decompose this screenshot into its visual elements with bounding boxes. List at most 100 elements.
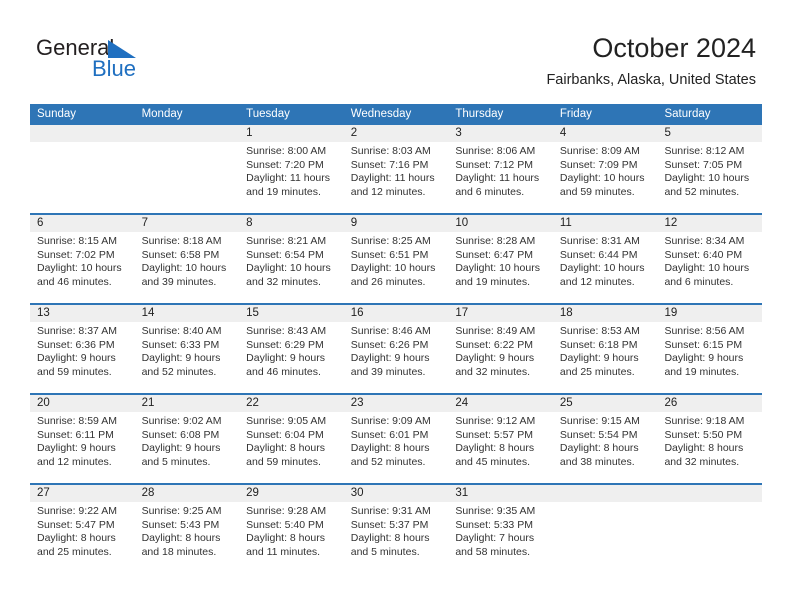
day-detail-line: Sunrise: 9:18 AM (664, 415, 745, 427)
day-details: Sunrise: 8:06 AM Sunset: 7:12 PM Daylight:… (448, 142, 553, 199)
day-cell-16[interactable]: 16 Sunrise: 8:46 AM Sunset: 6:26 PM Dayligh… (343, 305, 449, 393)
day-detail-line: Sunrise: 8:49 AM (455, 325, 536, 337)
day-cell-26[interactable]: 26 Sunrise: 9:18 AM Sunset: 5:50 PM Dayligh… (657, 395, 763, 483)
day-cell-24[interactable]: 24 Sunrise: 9:12 AM Sunset: 5:57 PM Dayligh… (448, 395, 553, 483)
day-cell-20[interactable]: 20 Sunrise: 8:59 AM Sunset: 6:11 PM Dayligh… (30, 395, 135, 483)
day-detail-line: and 12 minutes. (559, 275, 635, 288)
day-detail-line: and 5 minutes. (141, 455, 211, 468)
day-details: Sunrise: 8:09 AM Sunset: 7:09 PM Daylight:… (553, 142, 658, 199)
day-number: 20 (30, 395, 135, 412)
day-number: 27 (30, 485, 135, 502)
day-detail-line: Sunset: 7:02 PM (37, 248, 115, 261)
day-detail-line: Daylight: 11 hours (246, 172, 331, 185)
day-details: Sunrise: 8:15 AM Sunset: 7:02 PM Daylight:… (30, 232, 135, 289)
day-detail-line: Sunset: 5:47 PM (37, 518, 115, 531)
day-detail-line: Daylight: 10 hours (37, 262, 122, 275)
day-detail-line: Sunset: 6:29 PM (246, 338, 324, 351)
day-cell-31[interactable]: 31 Sunrise: 9:35 AM Sunset: 5:33 PM Dayligh… (448, 485, 553, 573)
day-detail-line: and 39 minutes. (141, 275, 217, 288)
day-detail-line: Daylight: 11 hours (455, 172, 540, 185)
day-detail-line: Daylight: 8 hours (350, 442, 430, 455)
day-number: 7 (134, 215, 240, 232)
day-detail-line: Sunrise: 9:02 AM (141, 415, 222, 427)
day-detail-line: Daylight: 10 hours (350, 262, 436, 275)
day-detail-line: and 46 minutes. (246, 365, 321, 378)
page-header: General Blue October 2024 Fairbanks, Ala… (0, 0, 792, 100)
day-cell-6[interactable]: 6 Sunrise: 8:15 AM Sunset: 7:02 PM Daylight… (30, 215, 135, 303)
day-detail-line: Sunrise: 8:56 AM (664, 325, 745, 337)
day-details: Sunrise: 8:53 AM Sunset: 6:18 PM Daylight:… (553, 322, 658, 379)
day-cell-8[interactable]: 8 Sunrise: 8:21 AM Sunset: 6:54 PM Daylight… (239, 215, 344, 303)
day-detail-line: Sunrise: 9:35 AM (455, 505, 536, 517)
day-detail-line: Daylight: 8 hours (664, 442, 744, 455)
weekday-header-wednesday: Wednesday (350, 108, 412, 120)
day-number (30, 125, 135, 142)
day-number: 6 (30, 215, 135, 232)
day-cell-22[interactable]: 22 Sunrise: 9:05 AM Sunset: 6:04 PM Dayligh… (239, 395, 344, 483)
day-number: 21 (134, 395, 240, 412)
day-number (134, 125, 240, 142)
day-cell-17[interactable]: 17 Sunrise: 8:49 AM Sunset: 6:22 PM Dayligh… (448, 305, 553, 393)
day-cell-27[interactable]: 27 Sunrise: 9:22 AM Sunset: 5:47 PM Dayligh… (30, 485, 135, 573)
day-detail-line: Daylight: 7 hours (455, 532, 535, 545)
day-detail-line: Sunset: 7:20 PM (246, 158, 324, 171)
calendar-week-row: 13 Sunrise: 8:37 AM Sunset: 6:36 PM Dayligh… (30, 303, 763, 393)
day-cell-23[interactable]: 23 Sunrise: 9:09 AM Sunset: 6:01 PM Dayligh… (343, 395, 449, 483)
day-detail-line: and 38 minutes. (559, 455, 635, 468)
day-cell-14[interactable]: 14 Sunrise: 8:40 AM Sunset: 6:33 PM Dayligh… (134, 305, 240, 393)
day-number: 31 (448, 485, 553, 502)
day-detail-line: Daylight: 9 hours (37, 442, 116, 455)
day-details: Sunrise: 8:12 AM Sunset: 7:05 PM Daylight:… (657, 142, 762, 199)
day-detail-line: Daylight: 10 hours (664, 262, 750, 275)
calendar-week-row: 20 Sunrise: 8:59 AM Sunset: 6:11 PM Dayligh… (30, 393, 763, 483)
day-cell-18[interactable]: 18 Sunrise: 8:53 AM Sunset: 6:18 PM Dayligh… (552, 305, 658, 393)
day-cell-2[interactable]: 2 Sunrise: 8:03 AM Sunset: 7:16 PM Daylight… (343, 125, 449, 213)
day-cell-4[interactable]: 4 Sunrise: 8:09 AM Sunset: 7:09 PM Daylight… (552, 125, 658, 213)
day-detail-line: Sunset: 7:09 PM (559, 158, 638, 171)
day-detail-line: and 46 minutes. (37, 275, 112, 288)
day-details: Sunrise: 9:31 AM Sunset: 5:37 PM Daylight:… (344, 502, 449, 559)
day-cell-29[interactable]: 29 Sunrise: 9:28 AM Sunset: 5:40 PM Dayligh… (239, 485, 344, 573)
day-number: 26 (657, 395, 763, 412)
day-detail-line: and 12 minutes. (350, 185, 426, 198)
day-number: 30 (343, 485, 449, 502)
day-number: 2 (343, 125, 449, 142)
day-cell-28[interactable]: 28 Sunrise: 9:25 AM Sunset: 5:43 PM Dayligh… (134, 485, 240, 573)
day-detail-line: Sunrise: 8:37 AM (37, 325, 117, 337)
day-detail-line: Daylight: 8 hours (141, 532, 221, 545)
day-number: 19 (657, 305, 763, 322)
day-cell-10[interactable]: 10 Sunrise: 8:28 AM Sunset: 6:47 PM Dayligh… (448, 215, 553, 303)
day-cell-12[interactable]: 12 Sunrise: 8:34 AM Sunset: 6:40 PM Dayligh… (657, 215, 763, 303)
day-detail-line: Sunrise: 9:05 AM (246, 415, 327, 427)
day-cell-25[interactable]: 25 Sunrise: 9:15 AM Sunset: 5:54 PM Dayligh… (552, 395, 658, 483)
day-detail-line: Daylight: 9 hours (141, 352, 221, 365)
day-cell-3[interactable]: 3 Sunrise: 8:06 AM Sunset: 7:12 PM Daylight… (448, 125, 553, 213)
day-cell-5[interactable]: 5 Sunrise: 8:12 AM Sunset: 7:05 PM Daylight… (657, 125, 763, 213)
day-detail-line: Sunrise: 8:43 AM (246, 325, 327, 337)
day-cell-7[interactable]: 7 Sunrise: 8:18 AM Sunset: 6:58 PM Daylight… (134, 215, 240, 303)
day-number: 28 (134, 485, 240, 502)
weekday-header-monday: Monday (141, 108, 183, 120)
week-cells: 13 Sunrise: 8:37 AM Sunset: 6:36 PM Dayligh… (30, 305, 763, 393)
day-cell-19[interactable]: 19 Sunrise: 8:56 AM Sunset: 6:15 PM Dayligh… (657, 305, 763, 393)
day-detail-line: Daylight: 8 hours (246, 442, 325, 455)
day-number: 1 (239, 125, 344, 142)
day-cell-11[interactable]: 11 Sunrise: 8:31 AM Sunset: 6:44 PM Dayligh… (552, 215, 658, 303)
weekday-header-row: Sunday Monday Tuesday Wednesday Thursday Frid… (30, 104, 762, 125)
day-details: Sunrise: 9:25 AM Sunset: 5:43 PM Daylight:… (135, 502, 240, 559)
day-cell-13[interactable]: 13 Sunrise: 8:37 AM Sunset: 6:36 PM Dayligh… (30, 305, 135, 393)
day-cell-21[interactable]: 21 Sunrise: 9:02 AM Sunset: 6:08 PM Dayligh… (134, 395, 240, 483)
day-cell-15[interactable]: 15 Sunrise: 8:43 AM Sunset: 6:29 PM Dayligh… (239, 305, 344, 393)
day-detail-line: Daylight: 9 hours (559, 352, 639, 365)
day-cell-9[interactable]: 9 Sunrise: 8:25 AM Sunset: 6:51 PM Daylight… (343, 215, 449, 303)
day-detail-line: and 25 minutes. (559, 365, 635, 378)
day-details: Sunrise: 8:46 AM Sunset: 6:26 PM Daylight:… (344, 322, 449, 379)
day-cell-30[interactable]: 30 Sunrise: 9:31 AM Sunset: 5:37 PM Dayligh… (343, 485, 449, 573)
week-cells: 27 Sunrise: 9:22 AM Sunset: 5:47 PM Dayligh… (30, 485, 763, 573)
day-detail-line: and 18 minutes. (141, 545, 217, 558)
day-cell-1[interactable]: 1 Sunrise: 8:00 AM Sunset: 7:20 PM Daylight… (239, 125, 344, 213)
day-detail-line: and 45 minutes. (455, 455, 531, 468)
day-details: Sunrise: 9:22 AM Sunset: 5:47 PM Daylight:… (30, 502, 135, 559)
day-detail-line: and 32 minutes. (246, 275, 321, 288)
brand-logo[interactable]: General Blue (36, 36, 276, 92)
